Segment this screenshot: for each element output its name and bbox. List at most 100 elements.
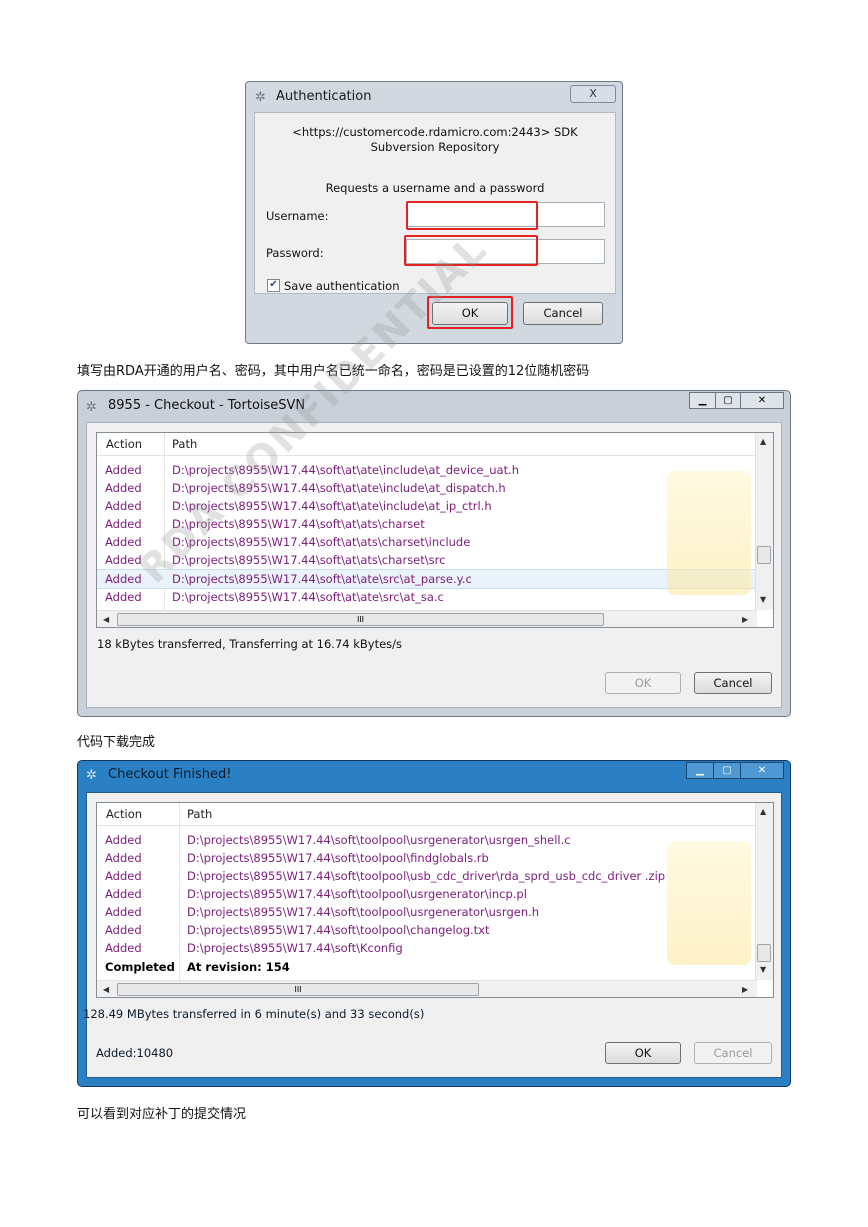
row-action: Added	[105, 590, 142, 604]
list-header: Action Path	[97, 803, 773, 826]
row-path: D:\projects\8955\W17.44\soft\Kconfig	[187, 941, 403, 955]
svn-app-icon: ✲	[86, 400, 97, 415]
list-item[interactable]: Added D:\projects\8955\W17.44\soft\Kconfi…	[97, 939, 757, 957]
vertical-scrollbar[interactable]: ▲ ▼	[755, 803, 773, 980]
maximize-button[interactable]: ▢	[715, 392, 741, 409]
horizontal-scrollbar[interactable]: ◀ III ▶	[97, 980, 757, 997]
row-action: Added	[105, 869, 142, 883]
save-auth-label: Save authentication	[284, 279, 400, 293]
maximize-button[interactable]: ▢	[713, 762, 741, 779]
row-path: D:\projects\8955\W17.44\soft\at\ate\src\…	[172, 572, 472, 586]
row-path: D:\projects\8955\W17.44\soft\toolpool\us…	[187, 887, 527, 901]
save-auth-checkbox[interactable]: ✔	[267, 279, 280, 292]
list-item[interactable]: Added D:\projects\8955\W17.44\soft\toolpo…	[97, 885, 757, 903]
row-action: Added	[105, 833, 142, 847]
cancel-button[interactable]: Cancel	[694, 1042, 772, 1064]
horizontal-scrollbar[interactable]: ◀ III ▶	[97, 610, 757, 627]
list-item[interactable]: Added D:\projects\8955\W17.44\soft\toolpo…	[97, 831, 757, 849]
checkout-window-title: 8955 - Checkout - TortoiseSVN	[108, 398, 306, 413]
row-path: D:\projects\8955\W17.44\soft\at\ate\src\…	[172, 590, 444, 604]
transfer-status: 128.49 MBytes transferred in 6 minute(s)…	[83, 1007, 425, 1021]
close-button[interactable]: X	[570, 85, 616, 103]
scroll-left-icon: ◀	[103, 615, 110, 624]
vertical-scroll-thumb[interactable]	[757, 546, 771, 564]
password-label: Password:	[266, 246, 324, 260]
row-path: At revision: 154	[187, 960, 290, 974]
repository-text: <https://customercode.rdamicro.com:2443>…	[292, 125, 578, 154]
list-header: Action Path	[97, 433, 773, 456]
row-path: D:\projects\8955\W17.44\soft\toolpool\ch…	[187, 923, 490, 937]
horizontal-scroll-thumb[interactable]: III	[117, 983, 479, 996]
row-action: Added	[105, 517, 142, 531]
row-path: D:\projects\8955\W17.44\soft\at\ats\char…	[172, 553, 446, 567]
row-action: Added	[105, 481, 142, 495]
scroll-right-icon: ▶	[742, 615, 749, 624]
vertical-scroll-thumb[interactable]	[757, 944, 771, 962]
row-action: Added	[105, 499, 142, 513]
row-action: Added	[105, 463, 142, 477]
column-header-path[interactable]: Path	[172, 437, 197, 451]
finished-window-title: Checkout Finished!	[108, 767, 232, 782]
checkout-finished-window: ✲ Checkout Finished! ▁ ▢ ✕ Action Path A…	[77, 760, 791, 1087]
caption-download-complete: 代码下载完成	[77, 735, 156, 750]
ok-button[interactable]: OK	[605, 672, 681, 694]
minimize-icon: ▁	[698, 395, 707, 406]
close-icon: ✕	[757, 395, 767, 406]
column-header-path[interactable]: Path	[187, 807, 212, 821]
request-text: Requests a username and a password	[325, 181, 545, 195]
minimize-button[interactable]: ▁	[689, 392, 716, 409]
added-count: Added:10480	[96, 1046, 174, 1060]
column-header-action[interactable]: Action	[106, 807, 142, 821]
row-action: Completed	[105, 960, 175, 974]
minimize-icon: ▁	[696, 765, 704, 776]
row-action: Added	[105, 572, 142, 586]
window-close-button[interactable]: ✕	[740, 392, 784, 409]
horizontal-scroll-thumb[interactable]: III	[117, 613, 604, 626]
row-action: Added	[105, 535, 142, 549]
list-item[interactable]: Added D:\projects\8955\W17.44\soft\toolpo…	[97, 921, 757, 939]
window-close-button[interactable]: ✕	[740, 762, 784, 779]
row-action: Added	[105, 923, 142, 937]
tortoisesvn-logo-watermark	[667, 841, 751, 965]
svn-app-icon: ✲	[86, 768, 97, 783]
vertical-scrollbar[interactable]: ▲ ▼	[755, 433, 773, 610]
list-item[interactable]: Added D:\projects\8955\W17.44\soft\toolpo…	[97, 903, 757, 921]
row-action: Added	[105, 905, 142, 919]
scroll-up-icon: ▲	[760, 437, 767, 446]
close-icon: ✕	[757, 765, 767, 776]
transfer-status: 18 kBytes transferred, Transferring at 1…	[97, 637, 403, 651]
scroll-left-icon: ◀	[103, 985, 110, 994]
cancel-button[interactable]: Cancel	[694, 672, 772, 694]
close-icon: X	[589, 87, 597, 100]
cancel-button[interactable]: Cancel	[523, 302, 603, 325]
maximize-icon: ▢	[723, 395, 733, 406]
ok-button[interactable]: OK	[605, 1042, 681, 1064]
row-path: D:\projects\8955\W17.44\soft\toolpool\us…	[187, 869, 666, 883]
list-item[interactable]: Added D:\projects\8955\W17.44\soft\at\ate…	[97, 461, 757, 479]
list-item[interactable]: Added D:\projects\8955\W17.44\soft\toolpo…	[97, 849, 757, 867]
list-item-selected[interactable]: Added D:\projects\8955\W17.44\soft\at\ate…	[97, 569, 757, 589]
row-action: Added	[105, 941, 142, 955]
scroll-up-icon: ▲	[760, 807, 767, 816]
username-label: Username:	[266, 209, 329, 223]
list-item[interactable]: Added D:\projects\8955\W17.44\soft\toolpo…	[97, 867, 757, 885]
list-item[interactable]: Added D:\projects\8955\W17.44\soft\at\ate…	[97, 588, 757, 606]
scroll-right-icon: ▶	[742, 985, 749, 994]
username-highlight-box	[406, 201, 538, 230]
column-header-action[interactable]: Action	[106, 437, 142, 451]
auth-dialog-title: Authentication	[276, 89, 372, 104]
completed-row[interactable]: Completed At revision: 154	[97, 958, 757, 976]
row-path: D:\projects\8955\W17.44\soft\toolpool\fi…	[187, 851, 489, 865]
row-action: Added	[105, 887, 142, 901]
finished-file-list[interactable]: Action Path Added D:\projects\8955\W17.44…	[96, 802, 774, 998]
tortoisesvn-logo-watermark	[667, 471, 751, 595]
row-path: D:\projects\8955\W17.44\soft\toolpool\us…	[187, 833, 571, 847]
row-action: Added	[105, 851, 142, 865]
svn-app-icon: ✲	[255, 90, 266, 105]
scroll-down-icon: ▼	[760, 595, 767, 604]
caption-patch-status: 可以看到对应补丁的提交情况	[77, 1107, 247, 1122]
scroll-down-icon: ▼	[760, 965, 767, 974]
minimize-button[interactable]: ▁	[686, 762, 714, 779]
row-path: D:\projects\8955\W17.44\soft\toolpool\us…	[187, 905, 540, 919]
maximize-icon: ▢	[722, 765, 732, 776]
